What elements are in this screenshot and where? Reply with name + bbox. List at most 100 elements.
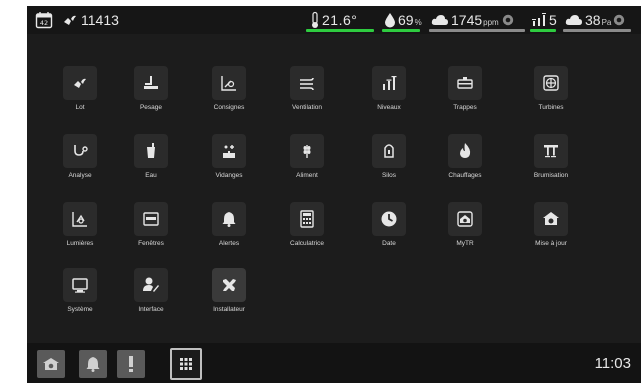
menu-tile-ventilation[interactable]: Ventilation <box>267 66 347 122</box>
menu-tile-mise-a-jour[interactable]: Mise à jour <box>511 202 591 258</box>
level-value: 5 <box>549 12 557 28</box>
alerts-button[interactable] <box>79 350 107 378</box>
home-button[interactable] <box>37 350 65 378</box>
menu-tile-icon-box <box>134 268 168 302</box>
silo-icon <box>384 144 394 158</box>
menu-tile-icon-box <box>134 202 168 236</box>
light-chart-icon <box>72 212 87 227</box>
bell-icon <box>86 357 100 372</box>
menu-tile-label: Consignes <box>213 104 245 111</box>
menu-tile-icon-box <box>212 66 246 100</box>
menu-tile-icon-box <box>448 202 482 236</box>
menu-tile-icon-box <box>290 66 324 100</box>
menu-tile-installateur[interactable]: Installateur <box>189 268 269 324</box>
animal-count-value: 11413 <box>81 12 119 28</box>
menu-tile-icon-box <box>63 66 97 100</box>
menu-tile-icon-box <box>372 66 406 100</box>
humidity-value: 69 <box>398 12 414 28</box>
co2-indicator[interactable]: 1745 ppm <box>429 10 525 32</box>
menu-tile-aliment[interactable]: Aliment <box>267 134 347 190</box>
update-icon <box>543 212 559 225</box>
exclamation-icon <box>129 356 133 372</box>
fan-airflow-icon <box>300 77 314 91</box>
menu-tile-alertes[interactable]: Alertes <box>189 202 269 258</box>
humidity-status-bar <box>382 29 420 32</box>
menu-tile-analyse[interactable]: Analyse <box>40 134 120 190</box>
temperature-indicator[interactable]: 21.6° <box>306 10 374 32</box>
calendar-day-number: 42 <box>40 19 48 27</box>
menu-tile-calculatrice[interactable]: Calculatrice <box>267 202 347 258</box>
menu-tile-icon-box <box>448 66 482 100</box>
menu-tile-chauffages[interactable]: Chauffages <box>425 134 505 190</box>
menu-tile-label: Interface <box>138 306 164 313</box>
menu-tile-date[interactable]: Date <box>349 202 429 258</box>
menu-tile-icon-box <box>63 202 97 236</box>
app-screen: 42 11413 21.6° 69 % 1745 ppm 5 38 Pa Lot… <box>27 6 641 383</box>
menu-tile-label: Alertes <box>218 240 240 247</box>
drain-icon <box>223 145 235 158</box>
menu-tile-lot[interactable]: Lot <box>40 66 120 122</box>
menu-tile-lumieres[interactable]: Lumières <box>40 202 120 258</box>
menu-tile-pesage[interactable]: Pesage <box>111 66 191 122</box>
menu-tile-brumisation[interactable]: Brumisation <box>511 134 591 190</box>
menu-tile-label: Niveaux <box>377 104 401 111</box>
menu-tile-label: Analyse <box>68 172 92 179</box>
mytr-icon <box>457 211 473 227</box>
thermometer-icon <box>312 11 318 28</box>
menu-tile-mytr[interactable]: MyTR <box>425 202 505 258</box>
humidity-indicator[interactable]: 69 % <box>382 10 422 32</box>
scale-icon <box>144 76 158 89</box>
water-drop-icon <box>385 13 395 28</box>
menu-tile-label: MyTR <box>456 240 474 247</box>
animal-count[interactable]: 11413 <box>62 10 119 30</box>
menu-tile-icon-box <box>134 66 168 100</box>
menu-tile-label: Trappes <box>453 104 477 111</box>
menu-tile-silos[interactable]: Silos <box>349 134 429 190</box>
level-indicator[interactable]: 5 <box>530 10 557 32</box>
menu-tile-fenetres[interactable]: Fenêtres <box>111 202 191 258</box>
menu-tile-icon-box <box>134 134 168 168</box>
menu-tile-niveaux[interactable]: Niveaux <box>349 66 429 122</box>
app-grid-icon <box>180 358 192 370</box>
menu-tile-icon-box <box>63 134 97 168</box>
pressure-indicator[interactable]: 38 Pa <box>563 10 631 32</box>
water-glass-icon <box>147 143 155 158</box>
menu-tile-icon-box <box>212 268 246 302</box>
menu-tile-turbines[interactable]: Turbines <box>511 66 591 122</box>
menu-tile-label: Vidanges <box>215 172 243 179</box>
cloud-pressure-icon <box>565 15 582 25</box>
co2-status-bar <box>429 29 525 32</box>
menu-tile-icon-box <box>534 202 568 236</box>
window-icon <box>143 212 159 226</box>
temperature-value: 21.6° <box>322 12 358 28</box>
humidity-unit: % <box>414 18 422 27</box>
menu-tile-icon-box <box>534 134 568 168</box>
menu-grid-button[interactable] <box>170 348 202 380</box>
menu-tile-label: Mise à jour <box>535 240 567 247</box>
menu-tile-trappes[interactable]: Trappes <box>425 66 505 122</box>
flame-icon <box>460 143 471 158</box>
clock: 11:03 <box>594 355 631 372</box>
pressure-value: 38 <box>585 12 601 28</box>
menu-tile-icon-box <box>290 134 324 168</box>
menu-tile-label: Système <box>67 306 93 313</box>
menu-tile-icon-box <box>63 268 97 302</box>
level-status-bar <box>530 29 556 32</box>
menu-tile-label: Lumières <box>66 240 94 247</box>
warning-button[interactable] <box>117 350 145 378</box>
setpoint-chart-icon <box>221 76 236 91</box>
chick-icon <box>74 78 86 88</box>
menu-tile-interface[interactable]: Interface <box>111 268 191 324</box>
menu-tile-systeme[interactable]: Système <box>40 268 120 324</box>
pressure-status-bar <box>563 29 631 32</box>
status-bar: 42 11413 21.6° 69 % 1745 ppm 5 38 Pa <box>27 6 641 34</box>
menu-tile-eau[interactable]: Eau <box>111 134 191 190</box>
calendar-day[interactable]: 42 <box>35 10 53 30</box>
user-edit-icon <box>143 277 159 292</box>
menu-tile-label: Calculatrice <box>290 240 324 247</box>
menu-tile-label: Silos <box>381 172 397 179</box>
menu-tile-consignes[interactable]: Consignes <box>189 66 269 122</box>
pressure-unit: Pa <box>601 18 612 27</box>
menu-tile-icon-box <box>212 134 246 168</box>
menu-tile-vidanges[interactable]: Vidanges <box>189 134 269 190</box>
